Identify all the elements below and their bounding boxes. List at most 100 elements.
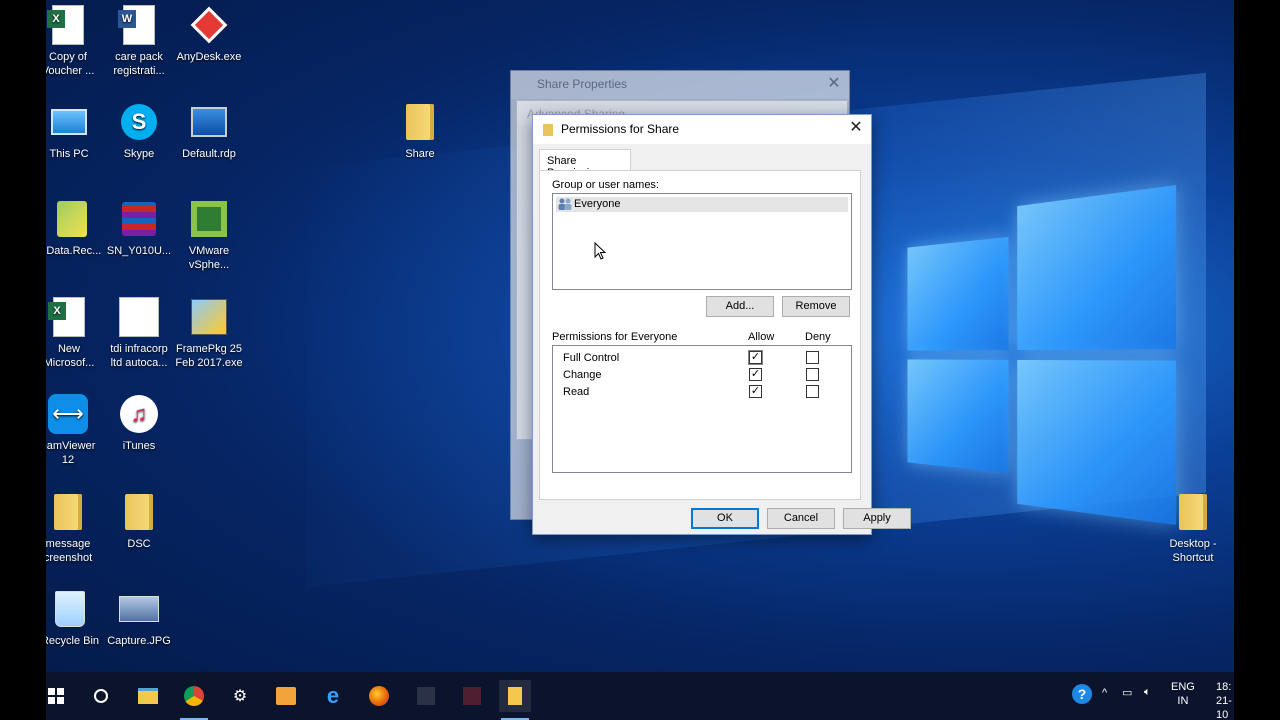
data-recovery-icon <box>57 201 87 237</box>
windows-wallpaper-logo <box>907 185 1177 525</box>
permission-row-full-control: Full Control ✓ <box>563 351 843 368</box>
start-button[interactable] <box>46 680 72 712</box>
app-icon <box>417 687 435 705</box>
permission-name: Change <box>563 369 602 381</box>
permission-row-change: Change ✓ <box>563 368 843 385</box>
desktop-icon-itunes[interactable]: ♫ iTunes <box>99 393 179 453</box>
close-icon[interactable]: ✕ <box>847 119 865 137</box>
itunes-icon: ♫ <box>120 395 158 433</box>
permissions-label: Permissions for Everyone <box>552 331 678 343</box>
desktop-icon-desktop-shortcut[interactable]: Desktop - Shortcut <box>1153 491 1233 565</box>
desktop-icon-label: DSC <box>127 538 151 550</box>
desktop-icon-label: Desktop - Shortcut <box>1169 538 1217 564</box>
users-icon <box>558 198 572 210</box>
windows-start-icon <box>48 688 64 704</box>
desktop-icon-label: Default.rdp <box>182 148 236 160</box>
group-label: Group or user names: <box>552 179 659 191</box>
cortana-circle-icon <box>94 689 108 703</box>
tab-share-permissions[interactable]: Share Permissions <box>539 149 631 179</box>
permission-name: Read <box>563 386 590 398</box>
desktop-icon-label: AnyDesk.exe <box>176 51 242 63</box>
clock-time: 18: <box>1216 681 1232 693</box>
desktop-icon-anydesk[interactable]: AnyDesk.exe <box>169 4 249 64</box>
folder-icon <box>54 494 82 530</box>
anydesk-icon <box>190 6 228 44</box>
allow-checkbox[interactable]: ✓ <box>749 368 762 381</box>
internet-explorer-icon: e <box>326 683 340 708</box>
remote-desktop-icon <box>191 107 227 137</box>
cancel-button[interactable]: Cancel <box>767 508 835 529</box>
desktop-icon-framepkg[interactable]: FramePkg 25 Feb 2017.exe <box>169 296 249 370</box>
folder-shortcut-icon <box>1179 494 1207 530</box>
help-icon[interactable]: ? <box>1072 684 1092 704</box>
dialog-title: Permissions for Share <box>561 122 680 136</box>
outlook-icon <box>276 687 296 705</box>
taskbar-network-tool[interactable]: ⚙ <box>224 680 256 712</box>
taskbar-blurred-app-2[interactable] <box>456 680 488 712</box>
desktop-icon-label: tdi infracorp ltd autoca... <box>110 343 168 369</box>
network-icon[interactable]: ▭ <box>1122 686 1132 700</box>
taskbar-file-explorer[interactable] <box>132 680 164 712</box>
chevron-up-icon[interactable]: ^ <box>1102 686 1107 700</box>
list-item[interactable]: Everyone <box>556 197 848 212</box>
remove-button[interactable]: Remove <box>782 296 850 317</box>
folder-icon <box>508 687 522 705</box>
permission-name: Full Control <box>563 352 620 364</box>
taskbar: ⚙ e ? ^ ▭ 🔈︎ ENG IN 18: 21-10 <box>46 672 1234 720</box>
desktop-icon-label: care pack registrati... <box>113 51 165 77</box>
close-icon[interactable]: ✕ <box>825 75 843 93</box>
taskbar-firefox[interactable] <box>363 680 395 712</box>
desktop-icon-label: SN_Y010U... <box>106 245 172 257</box>
desktop-icon-vmware[interactable]: VMware vSphe... <box>169 198 249 272</box>
folder-icon <box>125 494 153 530</box>
share-properties-title: Share Properties <box>537 77 628 91</box>
firefox-icon <box>369 686 389 706</box>
desktop-icon-label: Capture.JPG <box>107 635 171 647</box>
app-icon <box>463 687 481 705</box>
desktop-icon-label: Skype <box>123 148 155 160</box>
desktop-icon-sn-archive[interactable]: SN_Y010U... <box>99 198 179 258</box>
taskbar-share-folder[interactable] <box>499 680 531 720</box>
desktop-icon-label: VMware vSphe... <box>188 245 230 271</box>
desktop-icon-capture-jpg[interactable]: Capture.JPG <box>99 588 179 648</box>
file-explorer-icon <box>138 688 158 704</box>
deny-checkbox[interactable] <box>806 385 819 398</box>
permissions-list: Full Control ✓ Change ✓ Read ✓ <box>552 345 852 473</box>
taskbar-outlook[interactable] <box>270 680 302 712</box>
network-tool-icon: ⚙ <box>232 688 248 705</box>
desktop-icon-dsc[interactable]: DSC <box>99 491 179 551</box>
desktop-icon-default-rdp[interactable]: Default.rdp <box>169 101 249 161</box>
apply-button[interactable]: Apply <box>843 508 911 529</box>
desktop-icon-tdi-infracorp[interactable]: tdi infracorp ltd autoca... <box>99 296 179 370</box>
clock[interactable]: 18: 21-10 <box>1216 680 1234 720</box>
computer-icon <box>51 109 87 135</box>
taskbar-blurred-app-1[interactable] <box>410 680 442 712</box>
desktop-icon-skype[interactable]: S Skype <box>99 101 179 161</box>
folder-icon <box>406 104 434 140</box>
language-indicator[interactable]: ENG IN <box>1171 680 1195 708</box>
excel-file-icon: X <box>47 5 84 45</box>
excel-file-icon: X <box>48 297 85 337</box>
teamviewer-icon: ⟷ <box>48 394 88 434</box>
vmware-icon <box>191 201 227 237</box>
deny-checkbox[interactable] <box>806 368 819 381</box>
add-button[interactable]: Add... <box>706 296 774 317</box>
allow-checkbox[interactable]: ✓ <box>749 351 762 364</box>
taskbar-chrome[interactable] <box>178 680 210 720</box>
volume-icon[interactable]: 🔈︎ <box>1144 685 1151 699</box>
taskbar-internet-explorer[interactable]: e <box>317 680 349 712</box>
desktop: X Copy of Voucher ... W care pack regist… <box>46 0 1234 720</box>
deny-checkbox[interactable] <box>806 351 819 364</box>
dialog-titlebar: Permissions for Share ✕ <box>533 115 871 144</box>
mouse-cursor-icon <box>594 242 606 260</box>
permission-row-read: Read ✓ <box>563 385 843 402</box>
ok-button[interactable]: OK <box>691 508 759 529</box>
desktop-icon-share[interactable]: Share <box>380 101 460 161</box>
folder-icon <box>543 124 553 136</box>
desktop-icon-label: Share <box>405 148 435 160</box>
chrome-icon <box>184 686 204 706</box>
desktop-icon-care-pack[interactable]: W care pack registrati... <box>99 4 179 78</box>
search-button[interactable] <box>85 680 117 712</box>
allow-checkbox[interactable]: ✓ <box>749 385 762 398</box>
recycle-bin-icon <box>55 591 85 627</box>
